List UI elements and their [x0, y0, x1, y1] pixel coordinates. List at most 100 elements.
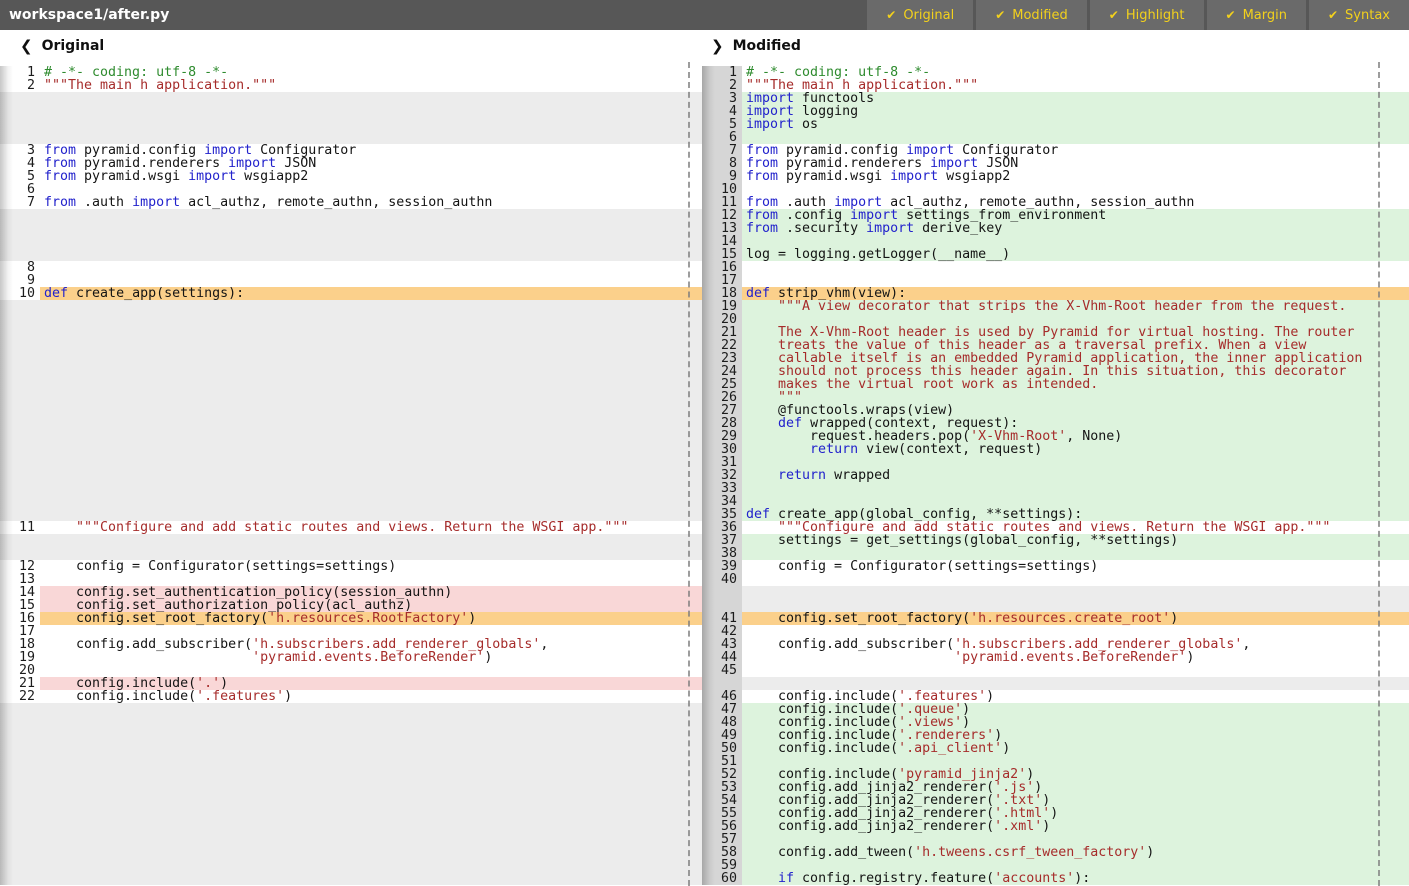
- line-number: [0, 794, 40, 807]
- filler-row: [0, 417, 702, 430]
- code-text: [40, 313, 702, 326]
- code-text: return wrapped: [742, 469, 1409, 482]
- code-text: config = Configurator(settings=settings): [40, 560, 702, 573]
- check-icon: ✔: [1328, 8, 1338, 22]
- line-number: [0, 456, 40, 469]
- filler-row: [0, 859, 702, 872]
- code-row: 50 config.include('.api_client'): [702, 742, 1409, 755]
- filler-row: [0, 391, 702, 404]
- line-number: [0, 742, 40, 755]
- code-text: [742, 664, 1409, 677]
- filler-row: [0, 313, 702, 326]
- line-number: [0, 469, 40, 482]
- line-number: [0, 417, 40, 430]
- code-text: if config.registry.feature('accounts'):: [742, 872, 1409, 885]
- line-number: 45: [702, 664, 742, 677]
- line-number: [0, 326, 40, 339]
- line-number: [0, 378, 40, 391]
- code-text: [40, 768, 702, 781]
- line-number: [702, 586, 742, 599]
- code-text: from .security import derive_key: [742, 222, 1409, 235]
- code-text: [40, 846, 702, 859]
- line-number: [0, 820, 40, 833]
- code-text: return view(context, request): [742, 443, 1409, 456]
- code-row: 40: [702, 573, 1409, 586]
- line-number: [0, 352, 40, 365]
- filler-row: [702, 586, 1409, 599]
- margin-line-modified: [1378, 62, 1380, 886]
- code-text: """A view decorator that strips the X-Vh…: [742, 300, 1409, 313]
- toggle-label: Margin: [1243, 8, 1287, 23]
- code-text: [40, 755, 702, 768]
- code-text: [40, 469, 702, 482]
- filler-row: [0, 482, 702, 495]
- original-panel-title: Original: [42, 38, 105, 54]
- line-number: [0, 105, 40, 118]
- line-number: [0, 235, 40, 248]
- filler-row: [0, 430, 702, 443]
- diff-area: 1# -*- coding: utf-8 -*-2"""The main h a…: [0, 62, 1409, 886]
- toggle-highlight-button[interactable]: ✔ Highlight: [1090, 0, 1204, 30]
- toggle-modified-button[interactable]: ✔ Modified: [976, 0, 1087, 30]
- filler-row: [0, 326, 702, 339]
- line-number: [0, 755, 40, 768]
- code-row: 56 config.add_jinja2_renderer('.xml'): [702, 820, 1409, 833]
- code-text: config.add_jinja2_renderer('.xml'): [742, 820, 1409, 833]
- filler-row: [0, 209, 702, 222]
- code-row: 33: [702, 482, 1409, 495]
- code-row: 10def create_app(settings):: [0, 287, 702, 300]
- filler-row: [0, 352, 702, 365]
- line-number: 11: [0, 521, 40, 534]
- code-text: config.add_tween('h.tweens.csrf_tween_fa…: [742, 846, 1409, 859]
- toggle-label: Original: [903, 8, 954, 23]
- code-text: [40, 430, 702, 443]
- original-panel-header: ❮ Original: [0, 30, 702, 62]
- code-row: 16 config.set_root_factory('h.resources.…: [0, 612, 702, 625]
- original-code-pane[interactable]: 1# -*- coding: utf-8 -*-2"""The main h a…: [0, 62, 702, 886]
- code-text: [40, 378, 702, 391]
- modified-code-pane[interactable]: 1# -*- coding: utf-8 -*-2"""The main h a…: [702, 62, 1409, 886]
- code-text: config.include('.api_client'): [742, 742, 1409, 755]
- code-text: [40, 794, 702, 807]
- margin-line-original: [688, 62, 690, 886]
- line-number: [0, 781, 40, 794]
- toggle-syntax-button[interactable]: ✔ Syntax: [1309, 0, 1409, 30]
- filler-row: [0, 833, 702, 846]
- code-text: [40, 820, 702, 833]
- filler-row: [0, 456, 702, 469]
- code-row: 45: [702, 664, 1409, 677]
- chevron-left-icon[interactable]: ❮: [20, 37, 33, 55]
- toggle-original-button[interactable]: ✔ Original: [867, 0, 973, 30]
- code-row: 15log = logging.getLogger(__name__): [702, 248, 1409, 261]
- line-number: 60: [702, 872, 742, 885]
- modified-panel-title: Modified: [733, 38, 801, 54]
- line-number: [0, 859, 40, 872]
- code-row: 58 config.add_tween('h.tweens.csrf_tween…: [702, 846, 1409, 859]
- code-text: [40, 729, 702, 742]
- code-text: from pyramid.wsgi import wsgiapp2: [742, 170, 1409, 183]
- line-number: [0, 729, 40, 742]
- filler-row: [0, 781, 702, 794]
- filler-row: [0, 703, 702, 716]
- toolbar: ✔ Original ✔ Modified ✔ Highlight ✔ Marg…: [867, 0, 1409, 30]
- chevron-right-icon[interactable]: ❯: [711, 37, 724, 55]
- code-text: [40, 300, 702, 313]
- code-text: [40, 209, 702, 222]
- filler-row: [0, 495, 702, 508]
- line-number: [0, 118, 40, 131]
- filler-row: [0, 729, 702, 742]
- filler-row: [0, 846, 702, 859]
- line-number: [0, 391, 40, 404]
- code-text: [40, 339, 702, 352]
- line-number: [0, 209, 40, 222]
- toggle-margin-button[interactable]: ✔ Margin: [1207, 0, 1306, 30]
- filler-row: [0, 534, 702, 547]
- window-title: workspace1/after.py: [0, 0, 169, 30]
- line-number: [0, 430, 40, 443]
- code-text: """The main h application.""": [40, 79, 702, 92]
- code-row: 19 'pyramid.events.BeforeRender'): [0, 651, 702, 664]
- code-text: [40, 716, 702, 729]
- toggle-label: Syntax: [1345, 8, 1390, 23]
- line-number: [0, 222, 40, 235]
- code-text: 'pyramid.events.BeforeRender'): [742, 651, 1409, 664]
